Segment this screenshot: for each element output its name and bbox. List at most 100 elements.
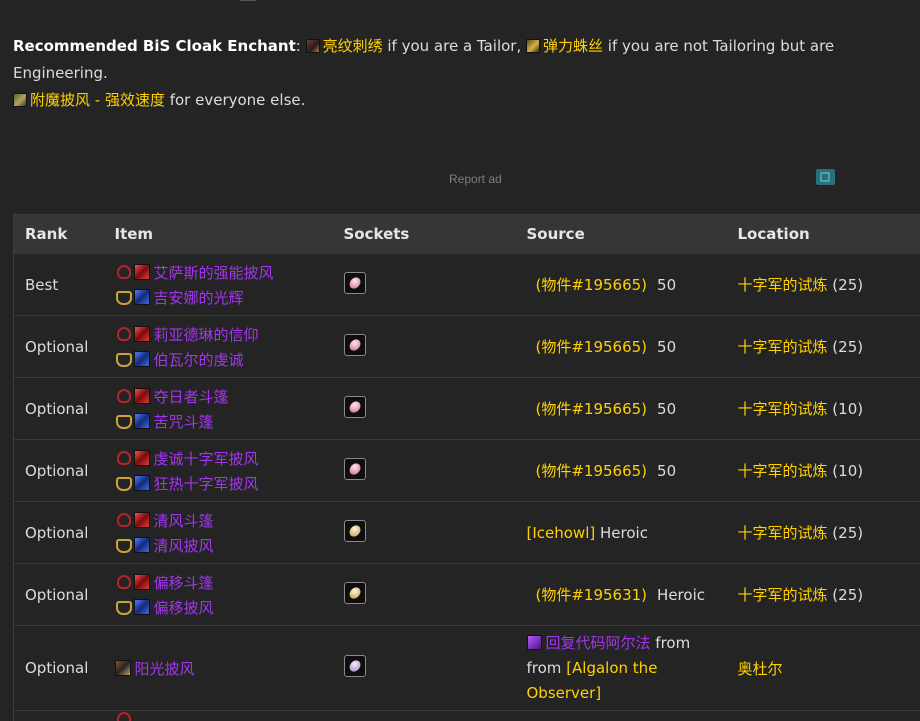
sockets-cell <box>332 315 516 378</box>
location-cell: 十字军的试炼 (25) <box>726 563 920 626</box>
source-token-link[interactable]: (物件#195665) <box>536 338 648 356</box>
horde-item-link[interactable]: 艾萨斯的强能披风 <box>154 262 274 283</box>
cloak-icon[interactable] <box>133 388 150 404</box>
location-cell: 十字军的试炼 (25) <box>726 315 920 378</box>
table-row: Optional 偏移斗篷 偏移披风 (物件#195631) Heroic 十字军… <box>13 563 920 626</box>
item-cell: 清风斗篷 清风披风 <box>103 501 333 564</box>
cloak-icon[interactable] <box>114 660 131 676</box>
cloak-icon[interactable] <box>133 450 150 466</box>
alliance-item-link[interactable]: 苦咒斗篷 <box>154 411 214 432</box>
gem-socket-icon[interactable] <box>343 655 366 677</box>
cloak-icon[interactable] <box>133 264 150 280</box>
alliance-item-link[interactable]: 偏移披风 <box>154 597 214 618</box>
rank-cell: Best <box>13 253 104 316</box>
alliance-item-link[interactable]: 清风披风 <box>154 535 214 556</box>
location-cell: 十字军的试炼 (10) <box>726 377 920 440</box>
ad-choices-icon[interactable] <box>816 169 835 185</box>
rank-cell: Optional <box>13 563 104 626</box>
ad-slot: Report ad <box>13 100 920 200</box>
report-ad-link[interactable]: Report ad <box>449 172 502 186</box>
item-cell: 夺日者斗篷 苦咒斗篷 <box>103 377 333 440</box>
sockets-cell <box>332 563 516 626</box>
source-cell: (物件#195665) 50 <box>515 253 727 316</box>
table-row: Optional 虔诚十字军披风 狂热十字军披风 (物件#195665) 50 十… <box>13 439 920 502</box>
horde-item-link[interactable]: 虔诚十字军披风 <box>154 448 259 469</box>
horde-icon <box>115 326 131 342</box>
alliance-icon <box>115 475 132 491</box>
col-rank[interactable]: Rank <box>13 214 104 254</box>
sockets-cell <box>332 501 516 564</box>
gem-socket-icon[interactable] <box>343 519 366 542</box>
item-cell: 艾萨斯的强能披风 吉安娜的光辉 <box>103 253 333 316</box>
location-link[interactable]: 十字军的试炼 <box>738 400 828 418</box>
location-link[interactable]: 十字军的试炼 <box>738 586 828 604</box>
alliance-item-link[interactable]: 狂热十字军披风 <box>154 473 259 494</box>
horde-icon <box>115 264 131 280</box>
cloak-icon[interactable] <box>133 413 150 429</box>
table-row: Optional 清风斗篷 清风披风 [Icehowl] Heroic 十字军的… <box>13 501 920 564</box>
cloak-icon[interactable] <box>133 326 150 342</box>
gem-socket-icon[interactable] <box>343 581 366 604</box>
location-link[interactable]: 奥杜尔 <box>738 660 783 678</box>
alliance-icon <box>115 537 132 553</box>
horde-item-link[interactable]: 夺日者斗篷 <box>154 386 229 407</box>
top-divider <box>240 0 256 1</box>
gem-socket-icon[interactable] <box>343 271 366 294</box>
alliance-icon <box>115 351 132 367</box>
location-cell: 十字军的试炼 (25) <box>726 253 920 316</box>
horde-icon <box>115 711 131 721</box>
location-link[interactable]: 十字军的试炼 <box>738 338 828 356</box>
horde-item-link[interactable]: 偏移斗篷 <box>154 572 214 593</box>
item-link[interactable]: 阳光披风 <box>135 658 195 679</box>
gem-socket-icon[interactable] <box>343 395 366 418</box>
alliance-icon <box>115 599 132 615</box>
cloak-icon[interactable] <box>133 599 150 615</box>
tailoring-enchant-icon <box>305 39 320 53</box>
location-link[interactable]: 十字军的试炼 <box>738 524 828 542</box>
alliance-item-link[interactable]: 吉安娜的光辉 <box>154 287 244 308</box>
item-cell: 阳光披风 <box>103 625 333 711</box>
location-link[interactable]: 十字军的试炼 <box>738 276 828 294</box>
table-row <box>13 710 920 721</box>
rank-cell: Optional <box>13 501 104 564</box>
source-cell: (物件#195665) 50 <box>515 377 727 440</box>
enchant-link-engineering[interactable]: 弹力蛛丝 <box>543 37 603 55</box>
horde-item-link[interactable]: 莉亚德琳的信仰 <box>154 324 259 345</box>
table-header-row: Rank Item Sockets Source Location <box>13 214 920 254</box>
cloak-icon[interactable] <box>133 351 150 367</box>
gem-socket-icon[interactable] <box>343 457 366 480</box>
location-link[interactable]: 十字军的试炼 <box>738 462 828 480</box>
horde-icon <box>115 574 131 590</box>
source-token-link[interactable]: (物件#195665) <box>536 400 648 418</box>
table-row: Optional 莉亚德琳的信仰 伯瓦尔的虔诚 (物件#195665) 50 十字… <box>13 315 920 378</box>
recommendation-lead: Recommended BiS Cloak Enchant <box>13 37 296 55</box>
sockets-cell <box>332 253 516 316</box>
col-location[interactable]: Location <box>726 214 920 254</box>
rank-cell: Optional <box>13 625 104 711</box>
source-cell: (物件#195631) Heroic <box>515 563 727 626</box>
cloak-icon[interactable] <box>133 289 150 305</box>
source-token-link[interactable]: (物件#195631) <box>536 586 648 604</box>
table-row: Best 艾萨斯的强能披风 吉安娜的光辉 (物件#195665) 50 十字军的试… <box>13 253 920 316</box>
source-token-link[interactable]: (物件#195665) <box>536 276 648 294</box>
cloak-icon[interactable] <box>133 574 150 590</box>
cloak-icon[interactable] <box>133 475 150 491</box>
cloak-icon[interactable] <box>133 537 150 553</box>
horde-icon <box>115 450 131 466</box>
source-token-link[interactable]: (物件#195665) <box>536 462 648 480</box>
col-item[interactable]: Item <box>103 214 333 254</box>
cloak-icon[interactable] <box>133 512 150 528</box>
horde-item-link[interactable]: 清风斗篷 <box>154 510 214 531</box>
enchant-link-tailor[interactable]: 亮纹刺绣 <box>323 37 383 55</box>
col-source[interactable]: Source <box>515 214 727 254</box>
source-boss-link[interactable]: [Icehowl] <box>527 524 596 542</box>
achievement-link[interactable]: 回复代码阿尔法 <box>546 634 651 652</box>
source-cell: [Icehowl] Heroic <box>515 501 727 564</box>
location-cell: 奥杜尔 <box>726 625 920 711</box>
sockets-cell <box>332 625 516 711</box>
rank-cell: Optional <box>13 377 104 440</box>
alliance-icon <box>115 289 132 305</box>
gem-socket-icon[interactable] <box>343 333 366 356</box>
alliance-item-link[interactable]: 伯瓦尔的虔诚 <box>154 349 244 370</box>
col-sockets[interactable]: Sockets <box>332 214 516 254</box>
